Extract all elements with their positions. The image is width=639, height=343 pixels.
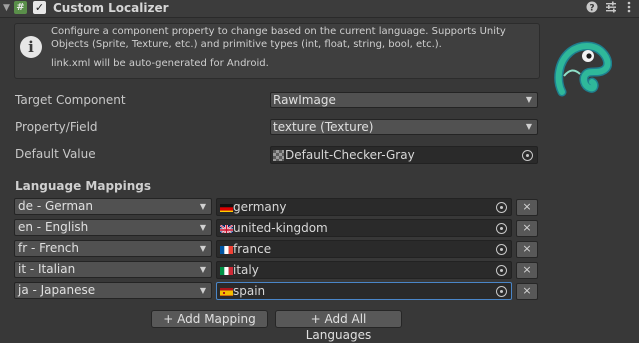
property-field-label: Property/Field [15, 120, 98, 134]
sprite-field[interactable]: germany [216, 198, 512, 216]
sprite-field-value: italy [233, 263, 259, 277]
france-flag-icon [220, 244, 233, 254]
sprite-field[interactable]: france [216, 240, 512, 258]
object-picker-icon[interactable] [522, 150, 533, 161]
target-component-label: Target Component [15, 93, 126, 107]
object-picker-icon[interactable] [496, 223, 507, 234]
sprite-field-value: spain [233, 284, 266, 298]
language-dropdown[interactable]: fr - French ▼ [14, 240, 212, 257]
remove-mapping-button[interactable]: × [516, 199, 538, 216]
chevron-down-icon: ▼ [525, 122, 532, 131]
remove-mapping-button[interactable]: × [516, 241, 538, 258]
component-title: Custom Localizer [53, 1, 169, 15]
object-picker-icon[interactable] [496, 202, 507, 213]
property-field-value: texture (Texture) [273, 120, 374, 134]
object-picker-icon[interactable] [496, 286, 507, 297]
language-dropdown[interactable]: ja - Japanese ▼ [14, 282, 212, 299]
sprite-field-value: united-kingdom [233, 221, 328, 235]
language-dropdown-label: de - German [18, 199, 94, 213]
sprite-field[interactable]: spain [216, 282, 512, 300]
chevron-down-icon: ▼ [525, 95, 532, 104]
help-icon[interactable]: ? [585, 1, 599, 16]
language-dropdown-label: fr - French [18, 241, 80, 255]
italy-flag-icon [220, 265, 233, 275]
chameleon-logo-icon [552, 36, 613, 106]
language-dropdown-label: en - English [18, 220, 89, 234]
property-field-dropdown[interactable]: texture (Texture) ▼ [270, 119, 538, 135]
object-picker-icon[interactable] [496, 244, 507, 255]
language-dropdown[interactable]: it - Italian ▼ [14, 261, 212, 278]
enable-checkbox[interactable]: ✓ [33, 1, 46, 14]
remove-mapping-button[interactable]: × [516, 220, 538, 237]
target-component-dropdown[interactable]: RawImage ▼ [270, 92, 538, 108]
preset-icon[interactable] [604, 1, 618, 16]
texture-thumbnail-icon [273, 150, 284, 161]
chevron-down-icon: ▼ [199, 223, 206, 232]
help-android-note: link.xml will be auto-generated for Andr… [51, 58, 269, 69]
kebab-menu-icon[interactable] [622, 1, 636, 16]
sprite-field[interactable]: italy [216, 261, 512, 279]
chevron-down-icon: ▼ [199, 202, 206, 211]
help-description: Configure a component property to change… [51, 26, 506, 50]
script-icon: # [14, 1, 27, 14]
object-picker-icon[interactable] [496, 265, 507, 276]
germany-flag-icon [220, 202, 233, 212]
chevron-down-icon: ▼ [199, 286, 206, 295]
add-all-languages-button[interactable]: + Add All Languages [275, 310, 402, 342]
sprite-field-value: france [233, 242, 272, 256]
chevron-down-icon: ▼ [199, 265, 206, 274]
default-value-label: Default Value [15, 147, 96, 161]
language-mappings-heading: Language Mappings [15, 179, 152, 193]
remove-mapping-button[interactable]: × [516, 262, 538, 279]
language-dropdown[interactable]: en - English ▼ [14, 219, 212, 236]
language-dropdown-label: ja - Japanese [18, 283, 96, 297]
info-helpbox: i Configure a component property to chan… [14, 23, 540, 79]
info-icon: i [20, 36, 42, 58]
language-dropdown[interactable]: de - German ▼ [14, 198, 212, 215]
chevron-down-icon: ▼ [199, 244, 206, 253]
sprite-field[interactable]: united-kingdom [216, 219, 512, 237]
help-text: Configure a component property to change… [51, 26, 535, 71]
united-kingdom-flag-icon [220, 223, 233, 233]
add-mapping-button[interactable]: + Add Mapping [151, 310, 268, 328]
foldout-arrow-icon[interactable]: ▼ [3, 3, 10, 13]
svg-text:?: ? [589, 4, 594, 14]
default-value-field[interactable]: Default-Checker-Gray [270, 146, 538, 164]
language-dropdown-label: it - Italian [18, 262, 76, 276]
sprite-field-value: germany [233, 200, 287, 214]
remove-mapping-button[interactable]: × [516, 283, 538, 300]
target-component-value: RawImage [273, 93, 336, 107]
spain-flag-icon [220, 286, 233, 296]
default-value-text: Default-Checker-Gray [285, 148, 415, 162]
